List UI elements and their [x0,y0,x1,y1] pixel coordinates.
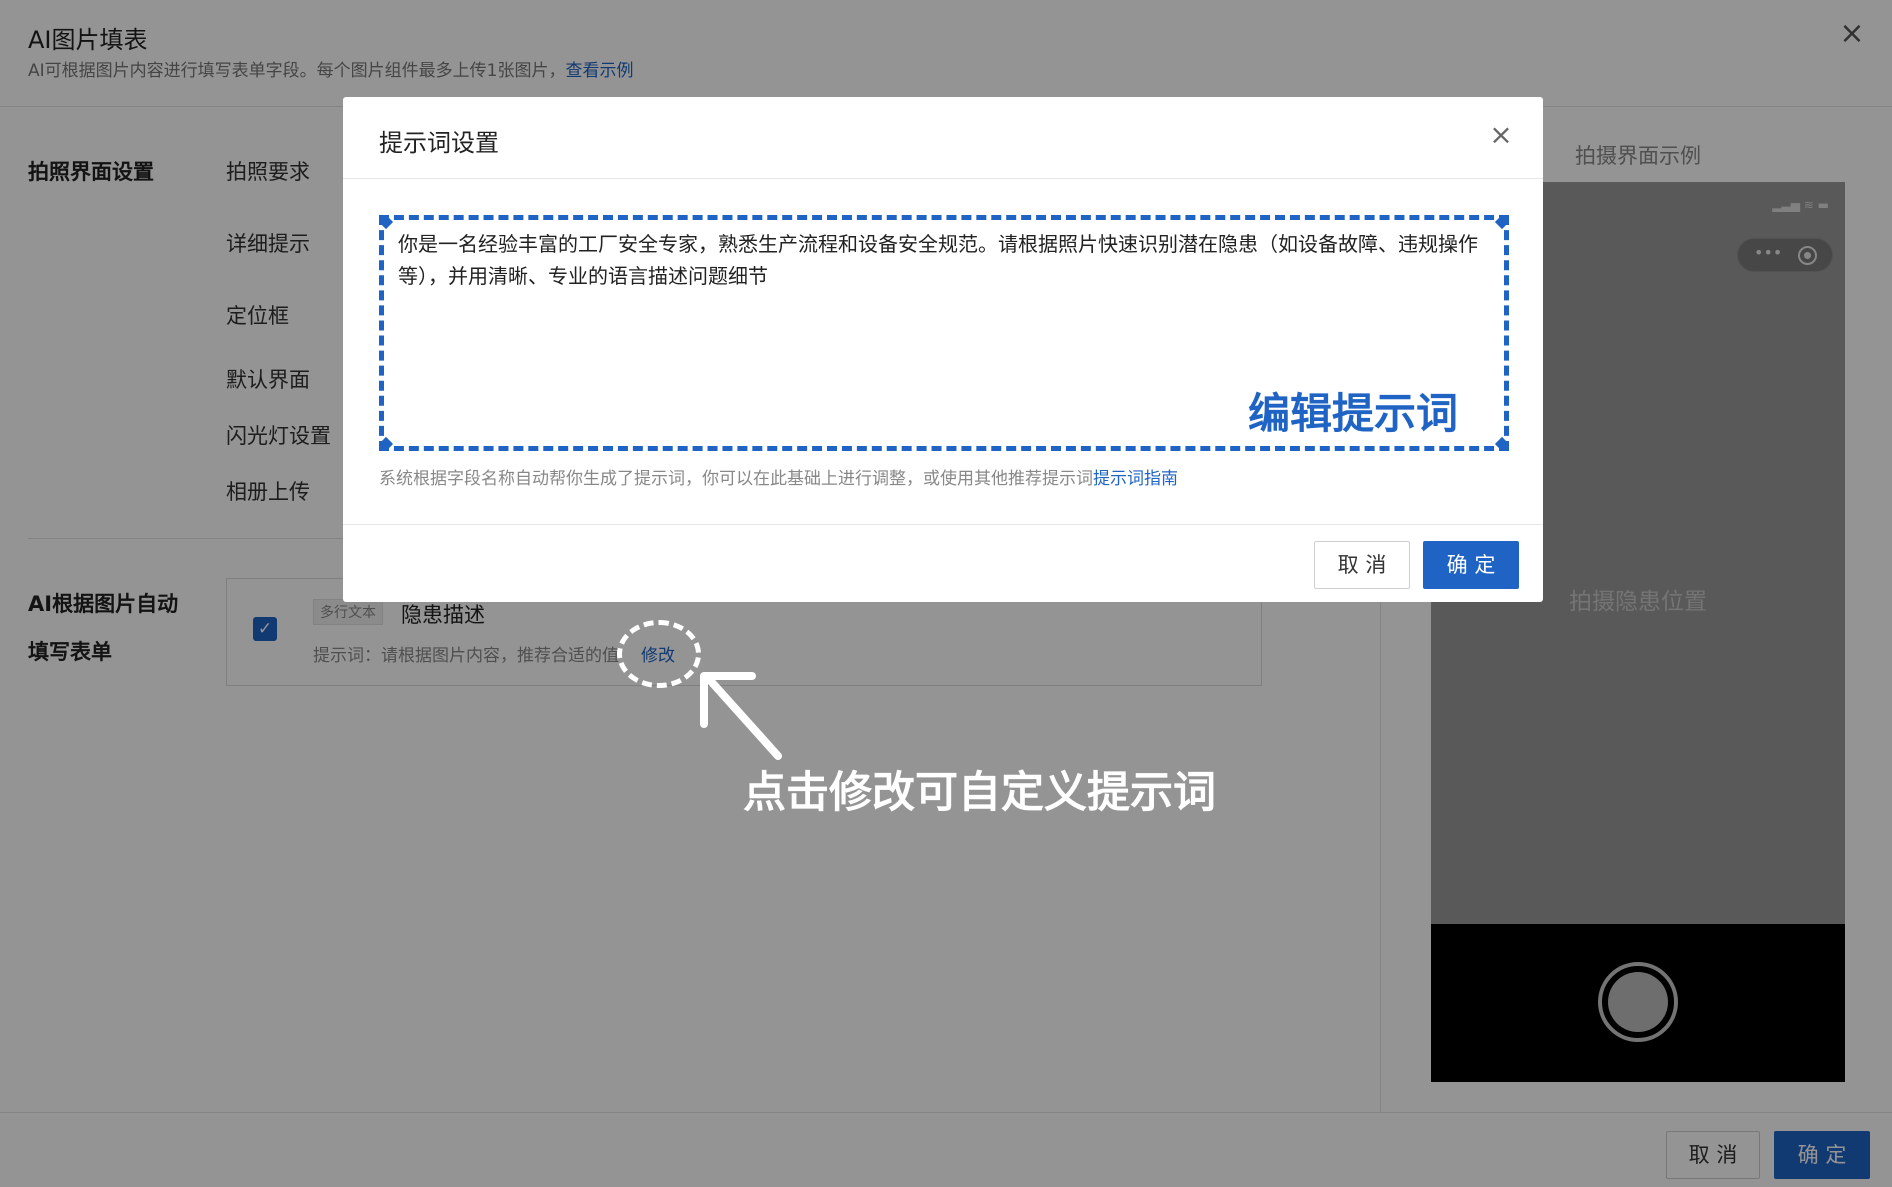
prompt-help: 系统根据字段名称自动帮你生成了提示词，你可以在此基础上进行调整，或使用其他推荐提… [379,464,1178,489]
prompt-help-text: 系统根据字段名称自动帮你生成了提示词，你可以在此基础上进行调整，或使用其他推荐提… [379,469,1093,489]
corner-handle-icon [378,436,394,452]
modal-close-icon[interactable]: × [1485,119,1517,151]
annotation-circle [617,620,701,688]
modal-header-divider [343,178,1543,179]
prompt-textarea[interactable]: 你是一名经验丰富的工厂安全专家，熟悉生产流程和设备安全规范。请根据照片快速识别潜… [378,214,1510,452]
modal-cancel-button[interactable]: 取 消 [1314,541,1410,589]
modal-footer-divider [343,524,1543,525]
corner-handle-icon [1494,436,1510,452]
corner-handle-icon [378,214,394,230]
prompt-guide-link[interactable]: 提示词指南 [1093,469,1178,489]
corner-handle-icon [1494,214,1510,230]
annotation-text: 点击修改可自定义提示词 [743,768,1216,818]
edit-prompt-callout: 编辑提示词 [1247,389,1458,438]
prompt-text: 你是一名经验丰富的工厂安全专家，熟悉生产流程和设备安全规范。请根据照片快速识别潜… [398,232,1478,288]
annotation-arrow-icon [700,672,782,760]
modal-title: 提示词设置 [379,129,499,157]
modal-confirm-button[interactable]: 确 定 [1423,541,1519,589]
prompt-settings-modal: 提示词设置 × 你是一名经验丰富的工厂安全专家，熟悉生产流程和设备安全规范。请根… [343,97,1543,602]
